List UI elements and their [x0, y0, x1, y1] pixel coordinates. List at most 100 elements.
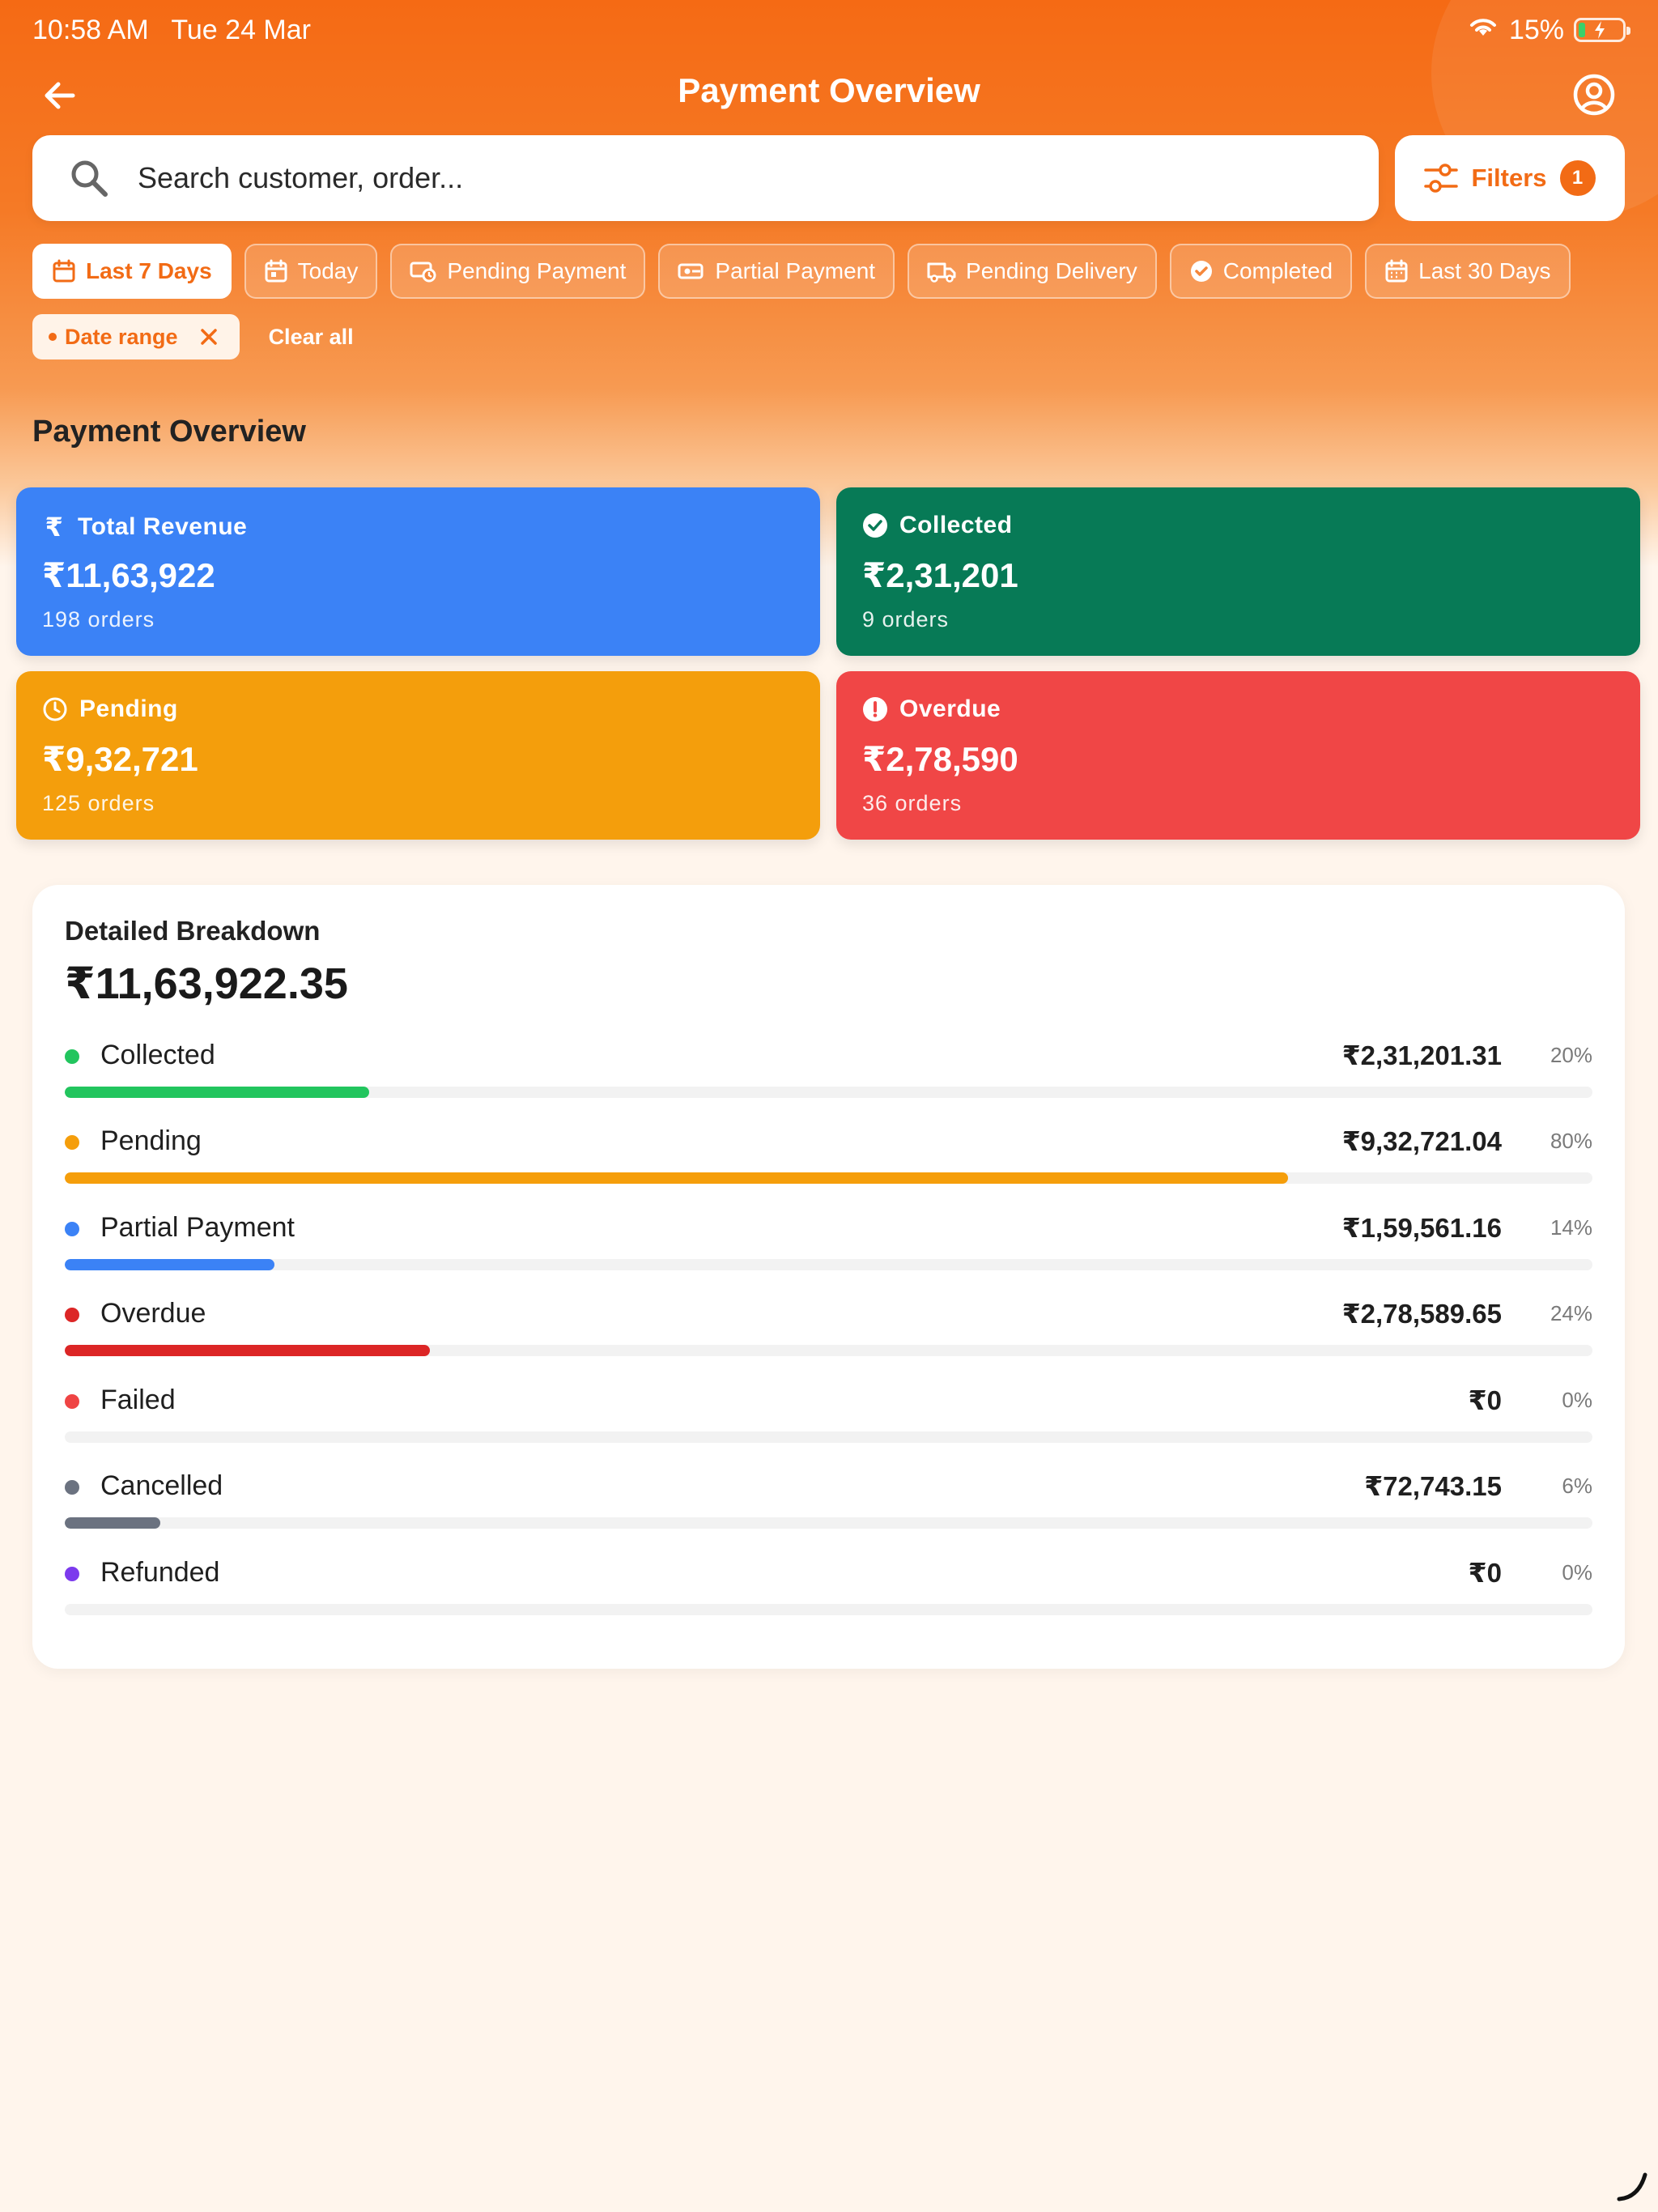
collected-card[interactable]: Collected ₹2,31,201 9 orders — [836, 487, 1640, 656]
row-label: Failed — [100, 1385, 176, 1415]
status-dot — [65, 1222, 79, 1236]
clear-all-button[interactable]: Clear all — [269, 325, 354, 350]
page-title: Payment Overview — [678, 71, 980, 109]
pending-payment-icon — [410, 262, 436, 283]
dot-icon — [49, 333, 57, 341]
chip-label: Partial Payment — [715, 258, 876, 283]
quick-filter-chips: Last 7 Days Today Pending Payment Partia… — [32, 244, 1571, 299]
chip-completed[interactable]: Completed — [1169, 244, 1353, 299]
partial-payment-icon — [678, 263, 704, 279]
status-dot — [65, 1308, 79, 1322]
progress-bar — [65, 1345, 430, 1356]
breakdown-row-collected[interactable]: Collected ₹2,31,201.31 20% — [65, 1036, 1592, 1101]
filters-button[interactable]: Filters 1 — [1395, 135, 1625, 221]
section-title: Payment Overview — [32, 415, 306, 449]
row-percent: 24% — [1550, 1301, 1592, 1325]
calendar-icon — [265, 259, 287, 283]
breakdown-row-failed[interactable]: Failed ₹0 0% — [65, 1381, 1592, 1446]
progress-bar — [65, 1517, 160, 1529]
progress-track — [65, 1172, 1592, 1184]
active-filters: Date range Clear all — [32, 314, 354, 359]
status-time: 10:58 AM — [32, 14, 149, 45]
card-value: ₹9,32,721 — [42, 740, 198, 778]
card-orders: 198 orders — [42, 607, 155, 632]
clock-icon — [43, 697, 67, 721]
breakdown-row-refunded[interactable]: Refunded ₹0 0% — [65, 1554, 1592, 1619]
row-amount: ₹9,32,721.04 — [1341, 1126, 1502, 1156]
progress-track — [65, 1259, 1592, 1270]
chip-pending-payment[interactable]: Pending Payment — [390, 244, 646, 299]
search-bar[interactable] — [32, 135, 1379, 221]
app-header: Payment Overview — [0, 65, 1658, 123]
chip-today[interactable]: Today — [244, 244, 378, 299]
row-amount: ₹72,743.15 — [1364, 1471, 1502, 1501]
row-amount: ₹2,31,201.31 — [1341, 1040, 1502, 1070]
status-dot — [65, 1567, 79, 1581]
chip-label: Last 30 Days — [1418, 258, 1551, 283]
user-circle-icon — [1573, 74, 1615, 116]
overdue-card[interactable]: Overdue ₹2,78,590 36 orders — [836, 671, 1640, 840]
resize-handle-icon — [1617, 2172, 1647, 2201]
row-label: Refunded — [100, 1557, 220, 1588]
battery-icon — [1574, 18, 1630, 42]
chip-last-7-days[interactable]: Last 7 Days — [32, 244, 232, 299]
progress-bar — [65, 1259, 274, 1270]
total-revenue-card[interactable]: ₹ Total Revenue ₹11,63,922 198 orders — [16, 487, 820, 656]
row-percent: 20% — [1550, 1043, 1592, 1067]
row-amount: ₹0 — [1468, 1558, 1502, 1588]
chip-label: Pending Delivery — [966, 258, 1137, 283]
progress-track — [65, 1431, 1592, 1443]
alert-circle-icon — [863, 697, 887, 721]
check-circle-icon — [863, 513, 887, 538]
card-value: ₹11,63,922 — [42, 556, 215, 594]
breakdown-row-overdue[interactable]: Overdue ₹2,78,589.65 24% — [65, 1295, 1592, 1359]
profile-button[interactable] — [1569, 70, 1619, 120]
status-dot — [65, 1135, 79, 1150]
search-icon — [65, 154, 113, 202]
card-label: Overdue — [899, 696, 1001, 722]
chip-last-30-days[interactable]: Last 30 Days — [1365, 244, 1571, 299]
row-percent: 80% — [1550, 1129, 1592, 1153]
row-label: Pending — [100, 1125, 202, 1156]
card-label: Total Revenue — [78, 513, 248, 540]
rupee-icon: ₹ — [45, 513, 64, 542]
calendar-icon — [53, 259, 75, 283]
card-orders: 9 orders — [862, 607, 950, 632]
breakdown-title: Detailed Breakdown — [65, 916, 321, 946]
sliders-icon — [1424, 164, 1459, 193]
detailed-breakdown-card: Detailed Breakdown ₹11,63,922.35 Collect… — [32, 885, 1625, 1669]
chip-label: Last 7 Days — [86, 258, 212, 283]
status-dot — [65, 1480, 79, 1495]
chip-partial-payment[interactable]: Partial Payment — [658, 244, 895, 299]
filters-label: Filters — [1471, 164, 1547, 192]
row-label: Overdue — [100, 1298, 206, 1329]
row-amount: ₹1,59,561.16 — [1341, 1213, 1502, 1243]
row-label: Collected — [100, 1040, 215, 1070]
status-dot — [65, 1394, 79, 1409]
search-input[interactable] — [138, 161, 1271, 195]
status-time-date: 10:58 AM Tue 24 Mar — [32, 15, 311, 46]
progress-track — [65, 1604, 1592, 1615]
progress-bar — [65, 1087, 369, 1098]
chip-label: Pending Payment — [447, 258, 627, 283]
wifi-icon — [1467, 15, 1499, 46]
progress-track — [65, 1087, 1592, 1098]
breakdown-row-cancelled[interactable]: Cancelled ₹72,743.15 6% — [65, 1467, 1592, 1532]
date-range-filter-chip[interactable]: Date range — [32, 314, 240, 359]
row-label: Cancelled — [100, 1470, 223, 1501]
row-percent: 6% — [1562, 1474, 1592, 1498]
chip-label: Completed — [1222, 258, 1333, 283]
row-amount: ₹0 — [1468, 1385, 1502, 1415]
date-range-label: Date range — [65, 324, 178, 349]
row-percent: 0% — [1562, 1560, 1592, 1585]
filters-count-badge: 1 — [1559, 160, 1596, 196]
chip-pending-delivery[interactable]: Pending Delivery — [908, 244, 1157, 299]
breakdown-row-pending[interactable]: Pending ₹9,32,721.04 80% — [65, 1122, 1592, 1187]
status-dot — [65, 1049, 79, 1064]
status-bar: 10:58 AM Tue 24 Mar 15% — [32, 11, 1630, 49]
battery-percent: 15% — [1508, 14, 1564, 45]
breakdown-row-partial-payment[interactable]: Partial Payment ₹1,59,561.16 14% — [65, 1209, 1592, 1274]
pending-card[interactable]: Pending ₹9,32,721 125 orders — [16, 671, 820, 840]
breakdown-total: ₹11,63,922.35 — [65, 959, 348, 1008]
close-icon[interactable] — [196, 324, 222, 350]
